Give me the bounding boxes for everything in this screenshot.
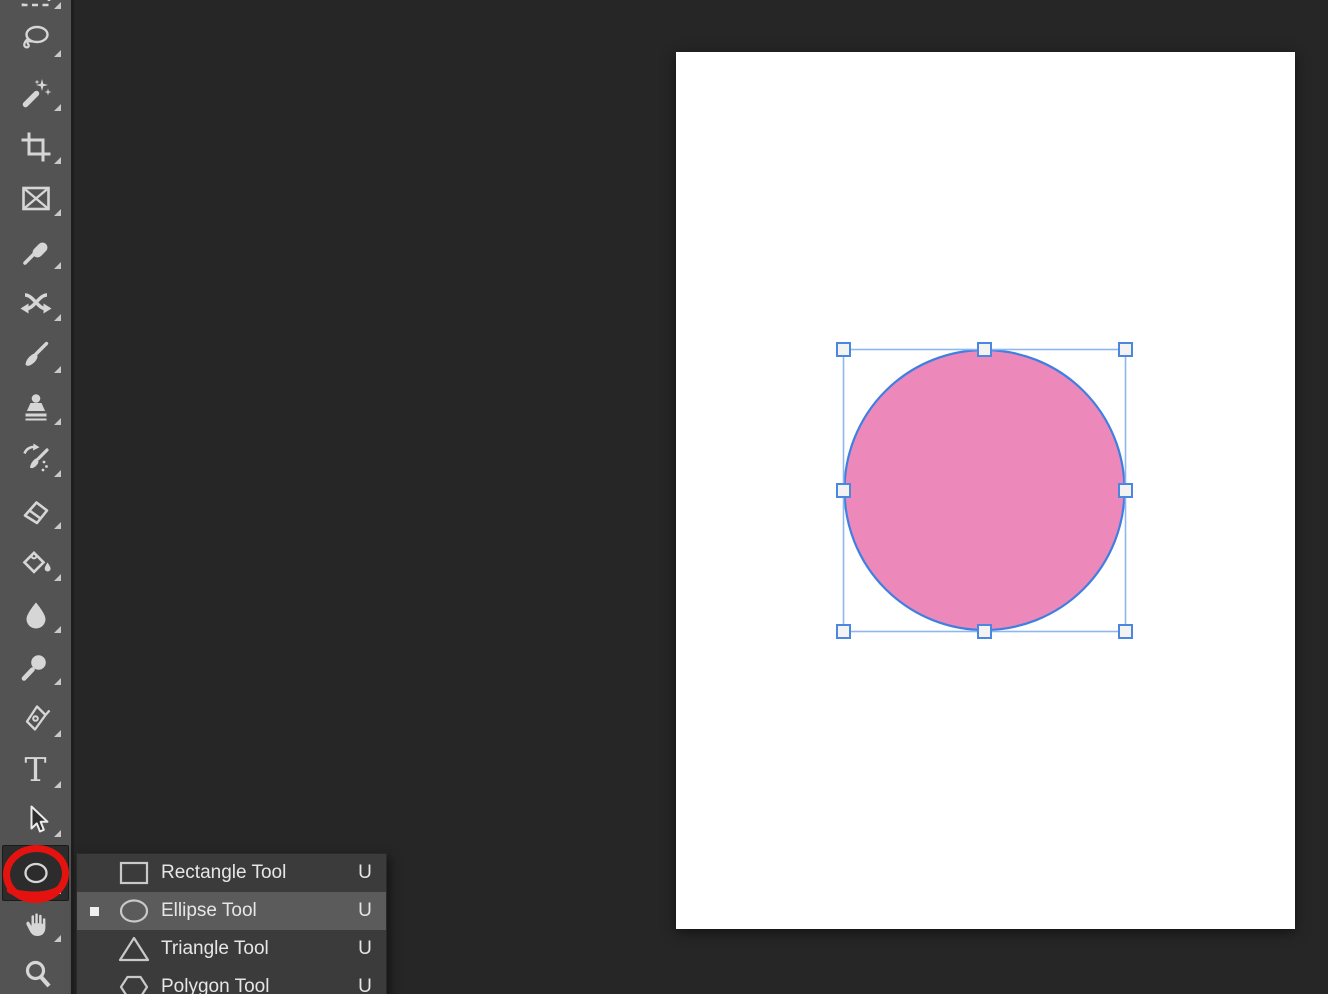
app-window: T Rectangle Tool U Ellipse Tool U Triang… — [0, 0, 1328, 994]
lasso-tool[interactable] — [0, 14, 71, 66]
rectangular-marquee-icon — [21, 0, 50, 7]
clone-stamp-tool[interactable] — [0, 382, 71, 434]
dodge-tool[interactable] — [0, 642, 71, 694]
handle-top-center[interactable] — [977, 342, 992, 357]
handle-middle-left[interactable] — [836, 483, 851, 498]
current-tool-marker — [77, 906, 111, 916]
menu-item-label: Polygon Tool — [161, 976, 270, 994]
eraser-tool[interactable] — [0, 486, 71, 538]
canvas-document[interactable] — [676, 52, 1295, 929]
eraser-icon — [23, 501, 48, 525]
brush-icon — [25, 341, 48, 366]
current-tool-marker — [77, 945, 111, 954]
handle-bottom-left[interactable] — [836, 624, 851, 639]
canvas-content — [836, 342, 1133, 639]
eyedropper-tool[interactable] — [0, 226, 71, 278]
menu-item-shortcut: U — [358, 862, 372, 883]
menu-item-shortcut: U — [358, 938, 372, 959]
history-brush-tool[interactable] — [0, 434, 71, 486]
water-drop-icon — [26, 602, 45, 629]
ellipse-tool[interactable] — [2, 845, 69, 901]
menu-item-shortcut: U — [358, 900, 372, 921]
magnifier-icon — [25, 960, 51, 988]
magic-wand-icon — [22, 79, 51, 108]
hand-tool[interactable] — [0, 899, 71, 951]
handle-bottom-center[interactable] — [977, 624, 992, 639]
type-tool-glyph: T — [24, 749, 47, 789]
menu-item-shortcut: U — [358, 976, 372, 994]
clone-stamp-icon — [25, 394, 46, 421]
shape-tools-flyout-menu: Rectangle Tool U Ellipse Tool U Triangle… — [76, 853, 387, 994]
frame-tool[interactable] — [0, 173, 71, 225]
menu-item-rectangle-tool[interactable]: Rectangle Tool U — [77, 854, 386, 892]
history-brush-icon — [22, 443, 49, 472]
menu-item-label: Rectangle Tool — [161, 862, 287, 883]
handle-top-left[interactable] — [836, 342, 851, 357]
menu-item-polygon-tool[interactable]: Polygon Tool U — [77, 968, 386, 994]
hand-icon — [25, 913, 45, 936]
current-tool-marker — [77, 869, 111, 878]
pen-icon — [25, 705, 50, 731]
crossed-arrows-tool[interactable] — [0, 278, 71, 330]
dodge-icon — [21, 655, 46, 681]
blur-tool[interactable] — [0, 590, 71, 642]
menu-item-label: Triangle Tool — [161, 938, 269, 959]
cursor-arrow-icon — [30, 805, 48, 833]
path-select-tool[interactable] — [0, 794, 71, 846]
ellipse-shape-icon — [111, 896, 157, 926]
brush-tool[interactable] — [0, 330, 71, 382]
type-tool[interactable]: T — [0, 745, 71, 797]
ellipse-tool-icon — [23, 862, 48, 884]
crop-icon — [21, 132, 50, 162]
eyedropper-icon — [22, 242, 47, 265]
handle-bottom-right[interactable] — [1118, 624, 1133, 639]
menu-item-triangle-tool[interactable]: Triangle Tool U — [77, 930, 386, 968]
pink-circle-shape[interactable] — [843, 348, 1126, 632]
polygon-shape-icon — [111, 972, 157, 994]
current-tool-marker — [77, 983, 111, 992]
paint-bucket-tool[interactable] — [0, 538, 71, 590]
crossed-arrows-icon — [20, 293, 51, 314]
triangle-shape-icon — [111, 934, 157, 964]
crop-tool[interactable] — [0, 121, 71, 173]
handle-top-right[interactable] — [1118, 342, 1133, 357]
menu-item-ellipse-tool[interactable]: Ellipse Tool U — [77, 892, 386, 930]
frame-icon — [21, 186, 50, 211]
paint-bucket-icon — [22, 550, 51, 574]
handle-middle-right[interactable] — [1118, 483, 1133, 498]
pen-tool[interactable] — [0, 694, 71, 746]
menu-item-label: Ellipse Tool — [161, 900, 257, 921]
lasso-icon — [22, 25, 49, 49]
magic-wand-tool[interactable] — [0, 68, 71, 120]
toolbar: T — [0, 0, 74, 994]
rectangle-shape-icon — [111, 858, 157, 888]
zoom-tool[interactable] — [0, 951, 71, 994]
